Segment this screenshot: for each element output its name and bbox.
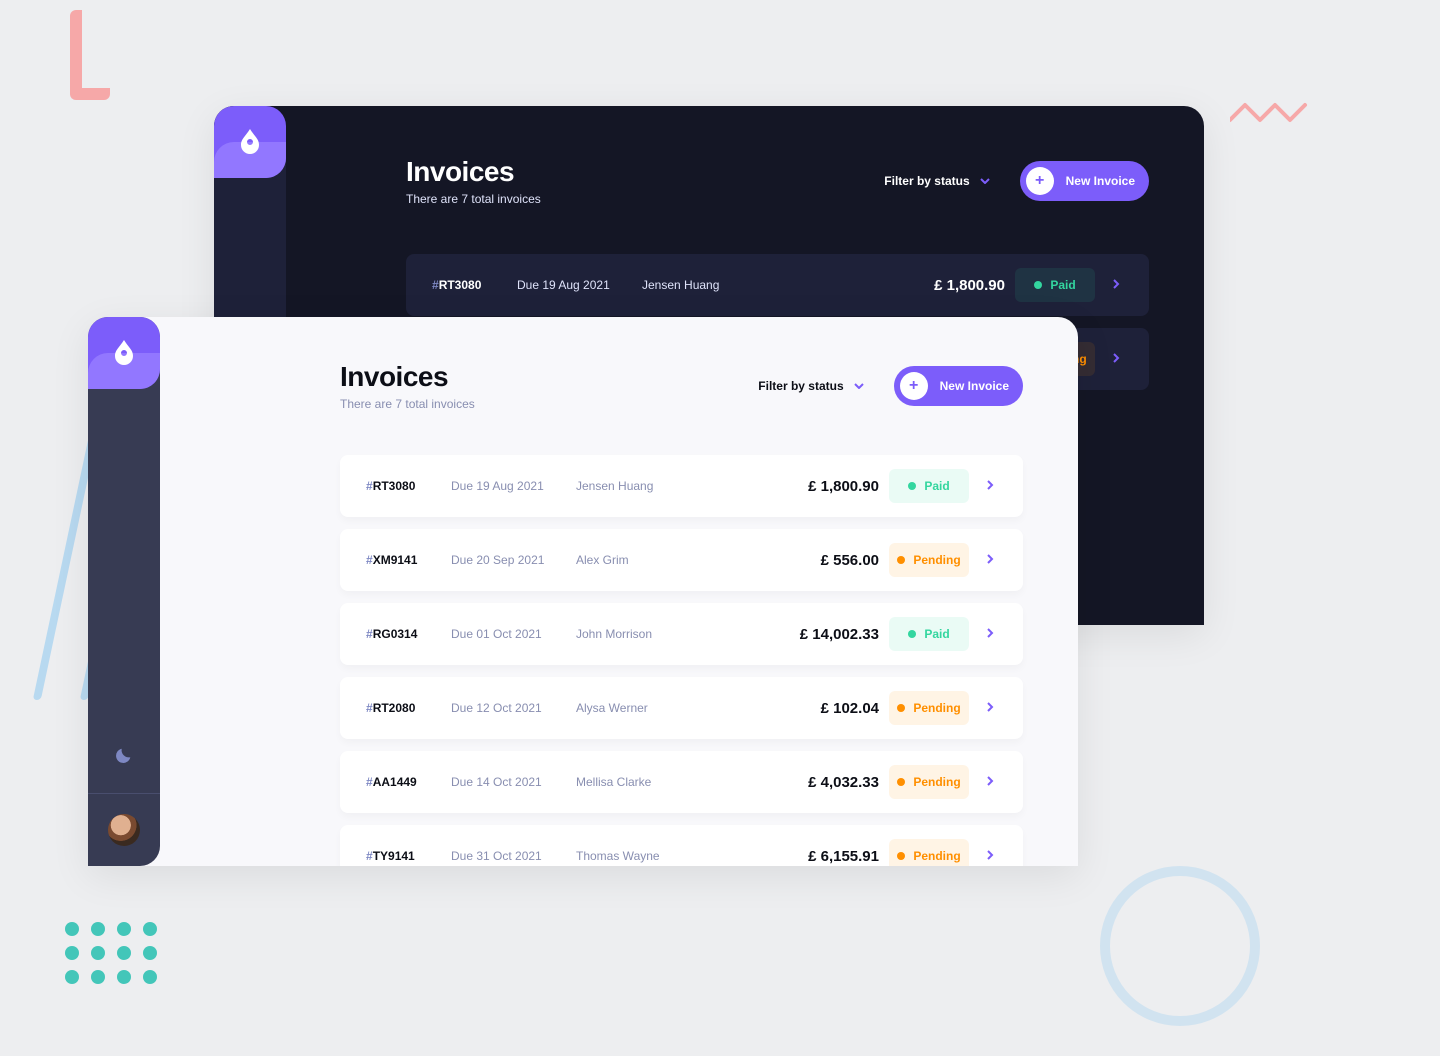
status-badge: Pending <box>889 691 969 725</box>
status-badge: Pending <box>889 839 969 866</box>
invoice-amount: £ 14,002.33 <box>716 626 879 643</box>
invoice-client: John Morrison <box>576 627 706 641</box>
sidebar <box>88 317 160 866</box>
chevron-right-icon <box>979 849 1001 863</box>
status-label: Paid <box>924 479 949 493</box>
logo[interactable] <box>88 317 160 389</box>
invoice-due: Due 01 Oct 2021 <box>451 627 566 641</box>
status-label: Paid <box>1050 278 1075 292</box>
status-badge: Paid <box>1015 268 1095 302</box>
chevron-right-icon <box>1105 352 1127 366</box>
invoice-due: Due 14 Oct 2021 <box>451 775 566 789</box>
status-label: Pending <box>913 553 960 567</box>
chevron-right-icon <box>979 701 1001 715</box>
invoice-row[interactable]: #RT2080 Due 12 Oct 2021 Alysa Werner £ 1… <box>340 677 1023 739</box>
invoice-due: Due 19 Aug 2021 <box>451 479 566 493</box>
invoice-due: Due 19 Aug 2021 <box>517 278 632 292</box>
avatar[interactable] <box>108 814 140 846</box>
invoice-id: #XM9141 <box>366 553 441 567</box>
status-badge: Paid <box>889 617 969 651</box>
sidebar-divider <box>88 793 160 794</box>
chevron-down-icon <box>854 383 864 389</box>
status-dot-icon <box>908 482 916 490</box>
invoice-row[interactable]: #RT3080 Due 19 Aug 2021 Jensen Huang £ 1… <box>406 254 1149 316</box>
new-invoice-label: New Invoice <box>940 379 1009 393</box>
invoice-amount: £ 1,800.90 <box>716 478 879 495</box>
invoice-amount: £ 102.04 <box>716 700 879 717</box>
filter-dropdown[interactable]: Filter by status <box>884 174 989 188</box>
invoice-id: #RT2080 <box>366 701 441 715</box>
chevron-right-icon <box>979 775 1001 789</box>
status-label: Paid <box>924 627 949 641</box>
chevron-right-icon <box>979 627 1001 641</box>
invoice-amount: £ 6,155.91 <box>716 848 879 865</box>
page-title: Invoices <box>406 156 884 188</box>
status-dot-icon <box>1034 281 1042 289</box>
invoice-row[interactable]: #RT3080 Due 19 Aug 2021 Jensen Huang £ 1… <box>340 455 1023 517</box>
plus-icon: + <box>1026 167 1054 195</box>
page-subtitle: There are 7 total invoices <box>406 192 884 206</box>
status-dot-icon <box>897 852 905 860</box>
status-dot-icon <box>897 556 905 564</box>
status-label: Pending <box>913 849 960 863</box>
invoice-due: Due 20 Sep 2021 <box>451 553 566 567</box>
status-badge: Pending <box>889 543 969 577</box>
filter-label: Filter by status <box>884 174 969 188</box>
invoice-client: Jensen Huang <box>642 278 772 292</box>
invoice-amount: £ 4,032.33 <box>716 774 879 791</box>
header: Invoices There are 7 total invoices Filt… <box>340 361 1023 411</box>
new-invoice-button[interactable]: + New Invoice <box>894 366 1023 406</box>
status-dot-icon <box>908 630 916 638</box>
invoice-row[interactable]: #AA1449 Due 14 Oct 2021 Mellisa Clarke £… <box>340 751 1023 813</box>
status-dot-icon <box>897 778 905 786</box>
chevron-right-icon <box>1105 278 1127 292</box>
theme-toggle[interactable] <box>115 722 133 793</box>
chevron-down-icon <box>980 178 990 184</box>
moon-icon <box>115 746 133 764</box>
invoice-client: Alysa Werner <box>576 701 706 715</box>
status-dot-icon <box>897 704 905 712</box>
new-invoice-button[interactable]: + New Invoice <box>1020 161 1149 201</box>
chevron-right-icon <box>979 553 1001 567</box>
invoice-client: Thomas Wayne <box>576 849 706 863</box>
app-light-theme: Invoices There are 7 total invoices Filt… <box>88 317 1078 866</box>
invoice-id: #TY9141 <box>366 849 441 863</box>
invoice-id: #AA1449 <box>366 775 441 789</box>
status-label: Pending <box>913 775 960 789</box>
invoice-due: Due 31 Oct 2021 <box>451 849 566 863</box>
invoice-client: Mellisa Clarke <box>576 775 706 789</box>
invoice-amount: £ 556.00 <box>716 552 879 569</box>
invoice-due: Due 12 Oct 2021 <box>451 701 566 715</box>
invoice-client: Alex Grim <box>576 553 706 567</box>
filter-label: Filter by status <box>758 379 843 393</box>
logo[interactable] <box>214 106 286 178</box>
new-invoice-label: New Invoice <box>1066 174 1135 188</box>
filter-dropdown[interactable]: Filter by status <box>758 379 863 393</box>
page-title: Invoices <box>340 361 758 393</box>
status-badge: Pending <box>889 765 969 799</box>
invoice-id: #RT3080 <box>366 479 441 493</box>
invoice-row[interactable]: #TY9141 Due 31 Oct 2021 Thomas Wayne £ 6… <box>340 825 1023 866</box>
status-label: Pending <box>913 701 960 715</box>
header: Invoices There are 7 total invoices Filt… <box>406 156 1149 206</box>
chevron-right-icon <box>979 479 1001 493</box>
plus-icon: + <box>900 372 928 400</box>
status-badge: Paid <box>889 469 969 503</box>
invoice-amount: £ 1,800.90 <box>782 277 1005 294</box>
invoice-list: #RT3080 Due 19 Aug 2021 Jensen Huang £ 1… <box>340 455 1023 866</box>
invoice-row[interactable]: #RG0314 Due 01 Oct 2021 John Morrison £ … <box>340 603 1023 665</box>
invoice-row[interactable]: #XM9141 Due 20 Sep 2021 Alex Grim £ 556.… <box>340 529 1023 591</box>
invoice-id: #RG0314 <box>366 627 441 641</box>
invoice-client: Jensen Huang <box>576 479 706 493</box>
page-subtitle: There are 7 total invoices <box>340 397 758 411</box>
invoice-id: #RT3080 <box>432 278 507 292</box>
